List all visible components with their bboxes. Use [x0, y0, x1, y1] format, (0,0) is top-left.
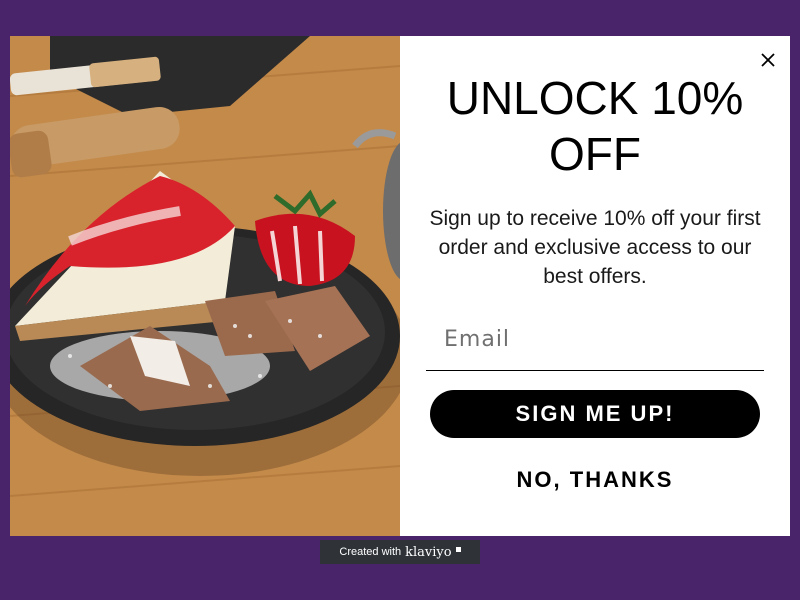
close-button[interactable] — [756, 48, 780, 72]
no-thanks-button[interactable]: NO, THANKS — [430, 460, 760, 500]
email-field-wrapper — [426, 308, 764, 371]
dessert-photo — [10, 36, 400, 536]
sign-me-up-button[interactable]: SIGN ME UP! — [430, 390, 760, 438]
popup-headline: UNLOCK 10% OFF — [446, 72, 744, 180]
email-field[interactable] — [426, 308, 764, 370]
popup-subtext: Sign up to receive 10% off your first or… — [429, 207, 761, 288]
close-icon — [761, 53, 775, 67]
signup-popup: UNLOCK 10% OFF Sign up to receive 10% of… — [10, 36, 790, 536]
badge-prefix: Created with — [339, 546, 402, 558]
klaviyo-flag-icon — [455, 546, 461, 552]
dessert-photo-illustration — [10, 36, 400, 536]
klaviyo-logo: klaviyo — [405, 544, 452, 560]
signup-form: UNLOCK 10% OFF Sign up to receive 10% of… — [400, 36, 790, 536]
klaviyo-badge[interactable]: Created with klaviyo — [320, 540, 480, 564]
